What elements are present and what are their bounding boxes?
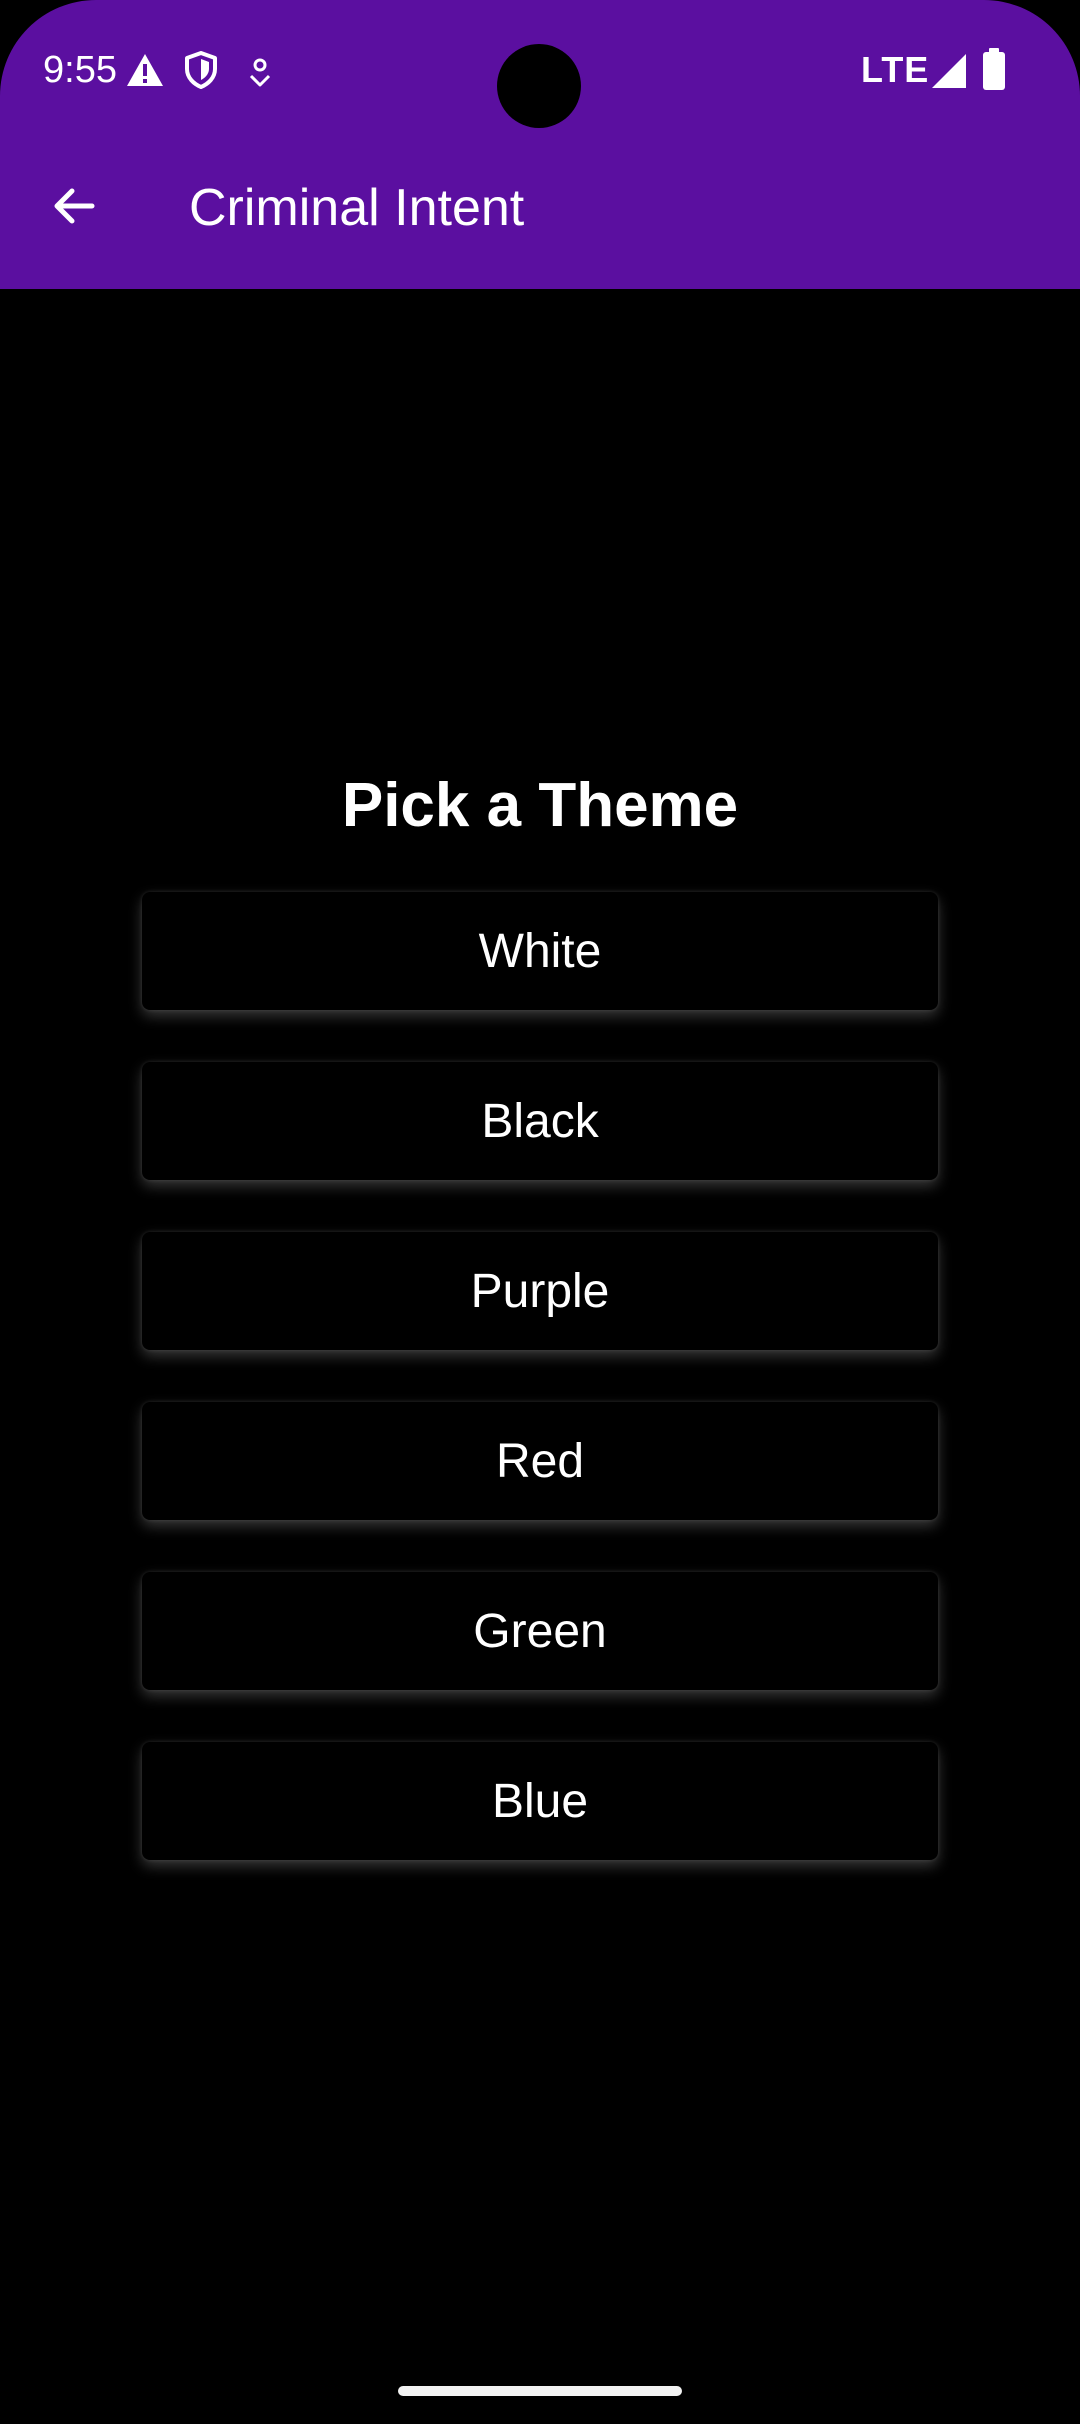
page-heading: Pick a Theme [341, 771, 739, 840]
theme-black-button[interactable]: Black [142, 1062, 938, 1180]
gesture-nav-handle[interactable] [398, 2386, 682, 2396]
status-time: 9:55 [43, 49, 117, 91]
screen: 9:55 LTE Criminal Intent Pick a Theme Wh… [0, 0, 1080, 2424]
theme-green-button[interactable]: Green [142, 1572, 938, 1690]
theme-blue-button[interactable]: Blue [142, 1742, 938, 1860]
toolbar: Criminal Intent [0, 150, 1080, 284]
theme-purple-button[interactable]: Purple [142, 1232, 938, 1350]
location-pin-icon [249, 58, 271, 87]
warning-icon [127, 54, 163, 86]
shield-icon [185, 51, 217, 89]
status-bar: 9:55 LTE [0, 0, 1080, 140]
theme-white-button[interactable]: White [142, 892, 938, 1010]
signal-icon [932, 54, 966, 88]
app-bar: 9:55 LTE Criminal Intent [0, 0, 1080, 289]
back-button[interactable] [38, 170, 110, 242]
theme-list: White Black Purple Red Green Blue [142, 892, 938, 1912]
theme-red-button[interactable]: Red [142, 1402, 938, 1520]
battery-icon [983, 48, 1005, 90]
camera-cutout [497, 44, 581, 128]
toolbar-title: Criminal Intent [189, 179, 525, 237]
network-label: LTE [861, 49, 930, 90]
arrow-back-icon [54, 188, 95, 224]
